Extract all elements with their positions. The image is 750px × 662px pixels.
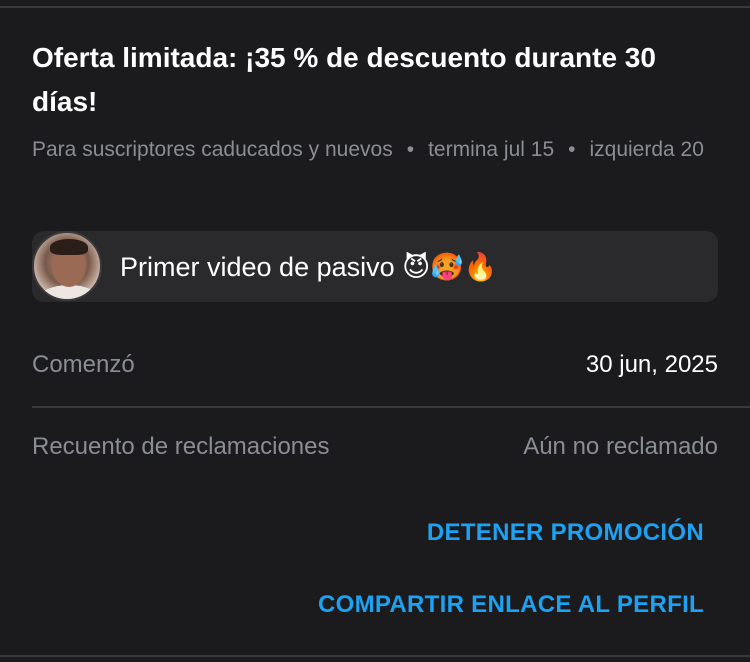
promo-subtitle: Para suscriptores caducados y nuevos • ter…	[32, 134, 722, 166]
promo-message-card: Primer video de pasivo 😈🥵🔥	[32, 231, 718, 302]
promo-title: Oferta limitada: ¡35 % de descuento dura…	[32, 42, 656, 117]
promo-remaining: izquierda 20	[589, 138, 704, 161]
started-label: Comenzó	[32, 351, 135, 378]
stop-promotion-button[interactable]: DETENER PROMOCIÓN	[427, 517, 704, 549]
separator-dot: •	[406, 138, 415, 161]
promo-audience: Para suscriptores caducados y nuevos	[32, 138, 393, 161]
promo-end-date: termina jul 15	[428, 138, 555, 161]
avatar[interactable]	[32, 231, 102, 301]
promo-message-text: Primer video de pasivo 😈🥵🔥	[120, 252, 498, 282]
share-profile-link-button[interactable]: COMPARTIR ENLACE AL PERFIL	[318, 589, 704, 621]
separator-dot: •	[568, 138, 576, 161]
details-divider	[32, 406, 750, 408]
claims-value: Aún no reclamado	[523, 433, 718, 460]
started-value: 30 jun, 2025	[585, 351, 718, 378]
avatar-hair-shape	[50, 239, 88, 255]
avatar-body-shape	[38, 285, 100, 299]
bottom-divider	[0, 655, 750, 657]
top-divider	[0, 6, 750, 8]
claims-label: Recuento de reclamaciones	[32, 433, 330, 460]
